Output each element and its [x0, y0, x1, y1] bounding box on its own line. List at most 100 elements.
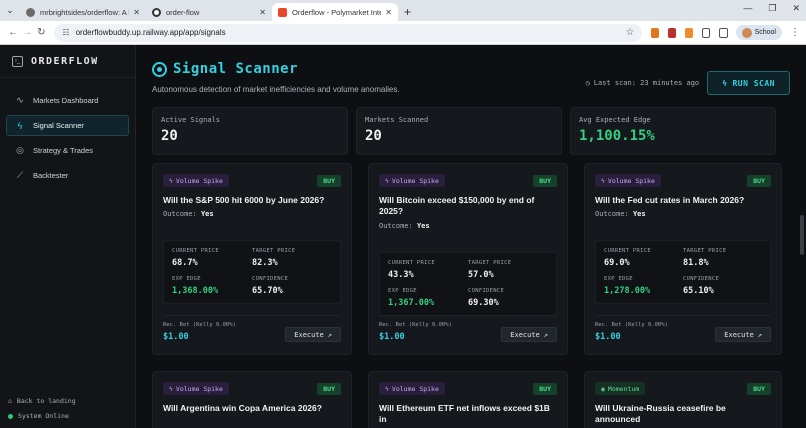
- market-question[interactable]: Will Argentina win Copa America 2026?: [163, 403, 341, 414]
- metric-label: TARGET PRICE: [468, 260, 512, 266]
- restore-icon[interactable]: ❐: [768, 3, 776, 14]
- last-scan-text: Last scan: 23 minutes ago: [593, 79, 700, 87]
- outcome: Outcome: Yes: [595, 210, 771, 218]
- stat-value: 20: [161, 128, 178, 144]
- reload-icon[interactable]: ↻: [34, 27, 48, 38]
- signal-card: ϟ Volume Spike BUY Will Ethereum ETF net …: [368, 371, 568, 428]
- close-tab-icon[interactable]: ✕: [385, 8, 392, 17]
- browser-tab-3[interactable]: Orderflow - Polymarket Intellig ✕: [272, 3, 398, 21]
- signal-type-badge: ϟ Volume Spike: [379, 382, 445, 395]
- signal-type-badge: ϟ Volume Spike: [163, 174, 229, 187]
- sidepanel-icon[interactable]: [719, 27, 728, 38]
- sidebar-item-strategy-trades[interactable]: ◎ Strategy & Trades: [6, 140, 129, 161]
- exp-edge: 1,368.00%: [172, 286, 219, 296]
- target-price: 57.0%: [468, 270, 494, 280]
- zap-icon: ϟ: [169, 384, 173, 393]
- page-title: Signal Scanner: [173, 61, 299, 77]
- url-field[interactable]: ☷ orderflowbuddy.up.railway.app/app/sign…: [54, 23, 643, 42]
- scrollbar-thumb[interactable]: [800, 215, 804, 255]
- market-question[interactable]: Will Ethereum ETF net inflows exceed $1B…: [379, 403, 557, 426]
- signal-card: ϟ Volume Spike BUY Will Argentina win Cop…: [152, 371, 352, 428]
- execute-button[interactable]: Execute ↗: [715, 327, 771, 342]
- action-badge: BUY: [747, 174, 771, 187]
- browser-menu-icon[interactable]: ⋮: [790, 27, 800, 38]
- browser-tab-1[interactable]: mrbrightsides/orderflow: A live ✕: [20, 3, 146, 21]
- bookmark-star-icon[interactable]: ☆: [625, 27, 634, 38]
- metric-label: EXP EDGE: [172, 276, 201, 282]
- current-price: 68.7%: [172, 258, 198, 268]
- sidebar-item-signal-scanner[interactable]: ϟ Signal Scanner: [6, 115, 129, 136]
- badge-label: Volume Spike: [391, 176, 439, 185]
- forward-arrow-icon[interactable]: →: [20, 27, 34, 38]
- market-question[interactable]: Will the Fed cut rates in March 2026?: [595, 195, 771, 206]
- profile-button[interactable]: School: [735, 25, 782, 40]
- exp-edge: 1,278.00%: [604, 286, 651, 296]
- extension-icon-orange[interactable]: [685, 27, 693, 38]
- back-to-landing-link[interactable]: ⌂ Back to landing: [8, 397, 76, 405]
- close-tab-icon[interactable]: ✕: [133, 8, 140, 17]
- run-scan-button[interactable]: ϟ RUN SCAN: [707, 71, 790, 95]
- action-badge: BUY: [533, 174, 557, 187]
- execute-label: Execute: [294, 330, 324, 339]
- execute-button[interactable]: Execute ↗: [501, 327, 557, 342]
- signal-cards: ϟ Volume Spike BUY Will the S&P 500 hit 6…: [152, 163, 790, 428]
- external-link-icon: ↗: [543, 330, 548, 339]
- tab-search-icon[interactable]: ⌄: [0, 0, 20, 21]
- zap-icon: ϟ: [385, 176, 389, 185]
- sidebar-nav: ∿ Markets Dashboard ϟ Signal Scanner ◎ S…: [0, 78, 135, 198]
- metrics-grid: CURRENT PRICE 69.0% TARGET PRICE 81.8% EXP…: [595, 240, 771, 304]
- extension-icon-red[interactable]: [668, 27, 677, 38]
- badge-label: Volume Spike: [391, 384, 439, 393]
- sidebar: ›_ ORDERFLOW ∿ Markets Dashboard ϟ Signa…: [0, 45, 136, 428]
- back-arrow-icon[interactable]: ←: [6, 27, 20, 38]
- metric-label: EXP EDGE: [388, 288, 417, 294]
- avatar: [741, 27, 752, 38]
- header-actions: ◷ Last scan: 23 minutes ago ϟ RUN SCAN: [586, 71, 790, 95]
- zap-icon: ϟ: [601, 176, 605, 185]
- brand-name: ORDERFLOW: [31, 55, 99, 67]
- execute-label: Execute: [724, 330, 754, 339]
- tab-title: Orderflow - Polymarket Intellig: [292, 7, 382, 17]
- stat-avg-expected-edge: Avg Expected Edge 1,100.15%: [570, 107, 776, 155]
- close-tab-icon[interactable]: ✕: [259, 8, 266, 17]
- outcome: Outcome: Yes: [163, 210, 341, 218]
- extensions-puzzle-icon[interactable]: [702, 27, 711, 38]
- market-question[interactable]: Will the S&P 500 hit 6000 by June 2026?: [163, 195, 341, 206]
- market-question[interactable]: Will Ukraine-Russia ceasefire be announc…: [595, 403, 771, 426]
- rec-bet-label: Rec. Bet (Kelly 0.00%): [163, 322, 236, 328]
- badge-label: Volume Spike: [175, 176, 223, 185]
- status-label: System Online: [18, 412, 69, 420]
- metric-label: CURRENT PRICE: [172, 248, 219, 254]
- action-badge: BUY: [317, 174, 341, 187]
- execute-label: Execute: [510, 330, 540, 339]
- orderflow-favicon-icon: [278, 7, 287, 17]
- confidence: 65.70%: [252, 286, 283, 296]
- sidebar-item-markets-dashboard[interactable]: ∿ Markets Dashboard: [6, 90, 129, 111]
- site-info-icon[interactable]: ☷: [62, 28, 69, 37]
- profile-label: School: [754, 29, 776, 36]
- minimize-icon[interactable]: —: [743, 3, 752, 14]
- metrics-grid: CURRENT PRICE 43.3% TARGET PRICE 57.0% EXP…: [379, 252, 557, 316]
- stat-label: Avg Expected Edge: [579, 116, 651, 124]
- target-price: 81.8%: [683, 258, 709, 268]
- close-window-icon[interactable]: ✕: [792, 3, 800, 14]
- metric-label: EXP EDGE: [604, 276, 633, 282]
- sidebar-item-backtester[interactable]: ⟋ Backtester: [6, 165, 129, 186]
- window-controls: — ❐ ✕: [743, 3, 800, 14]
- new-tab-button[interactable]: +: [398, 3, 417, 21]
- badge-label: Volume Spike: [175, 384, 223, 393]
- confidence: 65.10%: [683, 286, 714, 296]
- last-scan: ◷ Last scan: 23 minutes ago: [586, 79, 700, 87]
- browser-tab-2[interactable]: order-flow ✕: [146, 3, 272, 21]
- market-question[interactable]: Will Bitcoin exceed $150,000 by end of 2…: [379, 195, 557, 218]
- clock-icon: ◷: [585, 79, 590, 87]
- stat-active-signals: Active Signals 20: [152, 107, 348, 155]
- card-footer: Rec. Bet (Kelly 0.00%) $1.00 Execute ↗: [379, 315, 557, 342]
- sidebar-item-label: Backtester: [33, 171, 69, 180]
- external-link-icon: ↗: [757, 330, 762, 339]
- metamask-extension-icon[interactable]: [651, 27, 660, 38]
- metric-label: CONFIDENCE: [683, 276, 720, 282]
- execute-button[interactable]: Execute ↗: [285, 327, 341, 342]
- badge-label: Momentum: [607, 384, 640, 393]
- rec-bet-value: $1.00: [163, 332, 189, 342]
